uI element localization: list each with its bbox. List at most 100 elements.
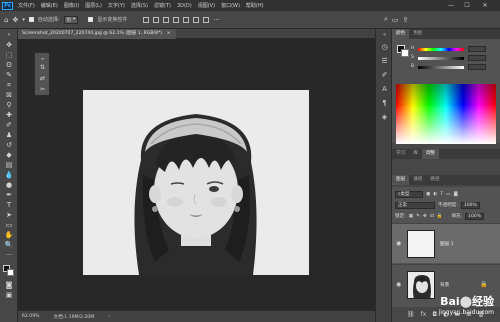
rectangle-tool-icon[interactable]: ▭ [3,221,15,230]
layer-name[interactable]: 背景 [440,282,449,288]
filter-shape-icon[interactable]: ▭ [446,192,450,197]
tab-adjustments[interactable]: 调整 [421,149,440,159]
hand-tool-icon[interactable]: ✋ [3,231,15,240]
collapse-icon[interactable]: « [379,31,390,40]
workspace-icon[interactable]: ▭ [392,16,399,24]
blend-mode-dropdown[interactable]: 正常 [395,201,435,209]
opacity-value[interactable]: 100% [460,201,480,209]
quick-select-tool-icon[interactable]: ✎ [3,71,15,80]
transform-icon[interactable]: ✂ [38,85,47,94]
menu-file[interactable]: 文件(F) [15,2,38,9]
fill-value[interactable]: 100% [465,212,485,220]
add-mask-icon[interactable]: ◘ [432,311,437,318]
show-transform-checkbox[interactable] [88,17,94,22]
auto-select-dropdown[interactable]: 组 ▾ [63,15,79,24]
layer-row[interactable]: ◉ 图层 1 [392,223,500,263]
home-icon[interactable]: ⌂ [4,16,8,24]
adjust-sliders-icon[interactable]: ⇅ [38,63,47,72]
eye-icon[interactable]: ◉ [396,281,401,288]
background-color-swatch[interactable] [7,269,14,276]
menu-view[interactable]: 视图(V) [195,2,218,9]
tab-paths[interactable]: 路径 [426,175,443,185]
align-vertical-center-icon[interactable] [153,16,160,23]
saturation-slider[interactable] [418,57,464,60]
link-layers-icon[interactable]: ⛓ [407,311,415,318]
menu-image[interactable]: 图像(I) [61,2,82,9]
pen-tool-icon[interactable]: ✒ [3,191,15,200]
frame-tool-icon[interactable]: ⊠ [3,91,15,100]
clone-stamp-tool-icon[interactable]: ♟ [3,131,15,140]
brush-tool-icon[interactable]: ✐ [3,121,15,130]
gradient-tool-icon[interactable]: ▤ [3,161,15,170]
more-tools-icon[interactable]: ··· [3,251,15,260]
tab-channels[interactable]: 通道 [409,175,426,185]
collapse-icon[interactable]: » [3,31,15,40]
move-tool-icon[interactable]: ✥ [3,41,15,50]
menu-help[interactable]: 帮助(H) [243,2,267,9]
layer-filter-dropdown[interactable]: ⌕ 类型 [395,190,423,198]
link-icon[interactable]: ⇄ [38,74,47,83]
history-icon[interactable]: ◷ [379,43,390,52]
history-brush-tool-icon[interactable]: ↺ [3,141,15,150]
align-horizontal-center-icon[interactable] [183,16,190,23]
eyedropper-tool-icon[interactable]: ⚲ [3,101,15,110]
lock-position-icon[interactable]: ✥ [423,214,427,219]
menu-window[interactable]: 窗口(W) [218,2,243,9]
paragraph-icon[interactable]: ¶ [379,99,390,108]
chevron-right-icon[interactable]: › [108,314,110,319]
distribute-icon[interactable] [203,16,210,23]
filter-pixel-icon[interactable]: ▣ [426,192,430,197]
menu-3d[interactable]: 3D(D) [174,3,195,9]
filter-adjustment-icon[interactable]: ◐ [433,192,437,197]
brightness-value[interactable] [468,64,486,70]
screen-mode-icon[interactable]: ▣ [3,291,15,300]
auto-select-checkbox[interactable] [28,17,34,22]
filter-smart-icon[interactable]: ◙ [454,192,458,197]
lock-paint-icon[interactable]: ✎ [416,214,420,219]
menu-type[interactable]: 文字(Y) [105,2,128,9]
tab-libraries[interactable]: 库 [409,149,422,159]
search-icon[interactable]: ⌕ [384,15,388,24]
blur-tool-icon[interactable]: 💧 [3,171,15,180]
filter-type-icon[interactable]: T [440,192,443,197]
tab-swatches[interactable]: 色板 [409,29,426,39]
align-left-icon[interactable] [173,16,180,23]
layer-name[interactable]: 图层 1 [440,241,454,247]
align-bottom-icon[interactable] [163,16,170,23]
fx-icon[interactable]: fx [421,311,427,318]
type-tool-icon[interactable]: T [3,201,15,210]
eye-icon[interactable]: ◉ [396,240,401,247]
menu-edit[interactable]: 编辑(E) [38,2,61,9]
quick-mask-icon[interactable]: ◙ [3,281,15,290]
background-color-swatch[interactable] [401,49,409,57]
align-top-icon[interactable] [143,16,150,23]
character-icon[interactable]: A [379,85,390,94]
document-canvas[interactable] [83,90,309,275]
close-button[interactable]: ✕ [478,0,492,11]
dodge-tool-icon[interactable]: ● [3,181,15,190]
color-spectrum[interactable] [396,84,496,144]
saturation-value[interactable] [468,55,486,61]
hue-slider[interactable] [418,48,464,51]
lasso-tool-icon[interactable]: ʘ [3,61,15,70]
lock-all-icon[interactable]: 🔒 [437,214,443,219]
eraser-tool-icon[interactable]: ◆ [3,151,15,160]
menu-filter[interactable]: 滤镜(T) [151,2,174,9]
glyphs-icon[interactable]: ◈ [379,113,390,122]
move-tool-icon[interactable]: ✥ [12,16,18,24]
tab-color[interactable]: 颜色 [392,29,410,39]
zoom-level[interactable]: 62.09% [22,314,40,319]
properties-icon[interactable]: ☰ [379,57,390,66]
marquee-tool-icon[interactable]: ⬚ [3,51,15,60]
share-icon[interactable]: ⇪ [403,16,409,24]
path-select-tool-icon[interactable]: ➤ [3,211,15,220]
lock-pixels-icon[interactable]: ▦ [409,214,413,219]
zoom-tool-icon[interactable]: 🔍 [3,241,15,250]
brush-settings-icon[interactable]: ✐ [379,71,390,80]
more-icon[interactable]: ··· [213,16,220,24]
hue-value[interactable] [468,46,486,52]
menu-layer[interactable]: 图层(L) [82,2,105,9]
maximize-button[interactable]: ☐ [460,0,474,11]
brightness-slider[interactable] [418,66,464,69]
lock-artboard-icon[interactable]: ⊡ [430,214,434,219]
